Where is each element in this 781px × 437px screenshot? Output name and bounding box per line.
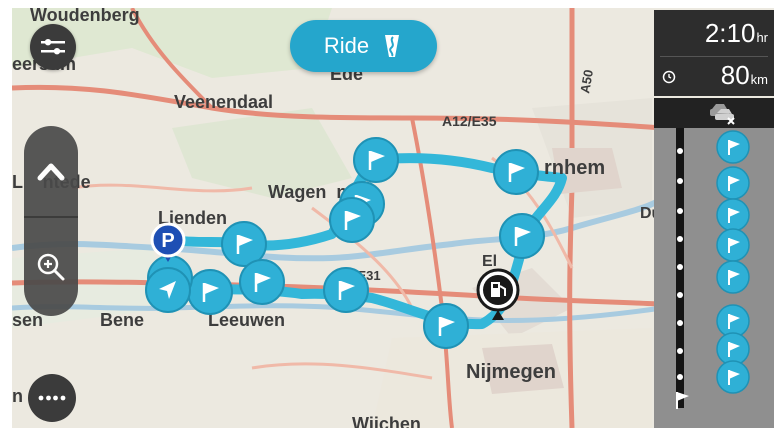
waypoint-flag-icon[interactable] (498, 212, 546, 260)
map-label-beneden: Bene (100, 310, 144, 330)
map-label-arnhem: rnhem (544, 157, 605, 179)
map-label-veenendaal: Veenendaal (174, 92, 273, 112)
route-bar[interactable]: 2:10hr 80km (654, 8, 774, 428)
route-bar-waypoint-flag-icon[interactable] (716, 360, 750, 394)
ride-button[interactable]: Ride (290, 20, 437, 72)
remaining-time: 2:10hr (705, 18, 768, 49)
waypoint-flag-icon[interactable] (328, 196, 376, 244)
route-bar-dot (677, 208, 683, 214)
map-label-elst: El (482, 253, 497, 270)
waypoint-flag-icon[interactable] (422, 302, 470, 350)
navigation-screen: Woudenberg eersum Veenendaal Ede A12/E35… (12, 8, 774, 428)
route-bar-dot (677, 178, 683, 184)
destination-flag-icon (676, 392, 689, 409)
route-bar-dot (677, 148, 683, 154)
clock-icon (662, 70, 676, 84)
remaining-time-value: 2:10 (704, 18, 756, 48)
route-bar-dot (677, 236, 683, 242)
route-bar-dot (677, 292, 683, 298)
waypoint-flag-icon[interactable] (186, 268, 234, 316)
route-bar-dot (677, 374, 683, 380)
route-bar-track (654, 128, 774, 428)
route-bar-dot (677, 264, 683, 270)
main-menu-button[interactable] (28, 374, 76, 422)
traffic-status[interactable] (654, 98, 774, 128)
arrival-panel[interactable]: 2:10hr 80km (654, 10, 774, 96)
road-a50 (567, 8, 575, 428)
map-label-left-n: n (12, 386, 23, 406)
zoom-in-icon (37, 253, 65, 281)
remaining-distance: 80km (721, 60, 768, 91)
arrival-divider (660, 56, 768, 57)
parking-label: P (161, 230, 174, 252)
waypoint-flag-icon[interactable] (492, 148, 540, 196)
remaining-time-unit: hr (756, 30, 768, 45)
map-label-leeuwen: Leeuwen (208, 310, 285, 330)
route-bar-dot (677, 320, 683, 326)
map-label-wijchen: Wijchen (352, 414, 421, 428)
ride-winding-road-icon (385, 35, 400, 57)
more-dots-icon (38, 395, 66, 401)
remaining-distance-value: 80 (720, 60, 750, 90)
view-options-button[interactable] (30, 24, 76, 70)
route-bar-waypoint-flag-icon[interactable] (716, 130, 750, 164)
waypoint-flag-icon[interactable] (238, 258, 286, 306)
route-bar-waypoint-flag-icon[interactable] (716, 166, 750, 200)
route-bar-waypoint-flag-icon[interactable] (716, 198, 750, 232)
route-bar-dot (677, 348, 683, 354)
map-label-nijmegen: Nijmegen (466, 361, 556, 383)
ride-button-label: Ride (323, 33, 370, 58)
tilt-up-button[interactable] (24, 126, 78, 216)
traffic-car-icon (710, 104, 735, 125)
current-position-arrow-icon (145, 267, 191, 313)
map-label-woudenberg: Woudenberg (30, 8, 140, 25)
waypoint-flag-icon[interactable] (322, 266, 370, 314)
sliders-icon (41, 39, 65, 55)
zoom-panel (24, 126, 78, 316)
zoom-in-button[interactable] (24, 218, 78, 316)
route-bar-waypoint-flag-icon[interactable] (716, 260, 750, 294)
chevron-up-icon (37, 163, 65, 181)
route-bar-waypoint-flag-icon[interactable] (716, 228, 750, 262)
waypoint-flag-icon[interactable] (352, 136, 400, 184)
remaining-distance-unit: km (750, 72, 768, 87)
map-label-a12: A12/E35 (442, 113, 497, 129)
